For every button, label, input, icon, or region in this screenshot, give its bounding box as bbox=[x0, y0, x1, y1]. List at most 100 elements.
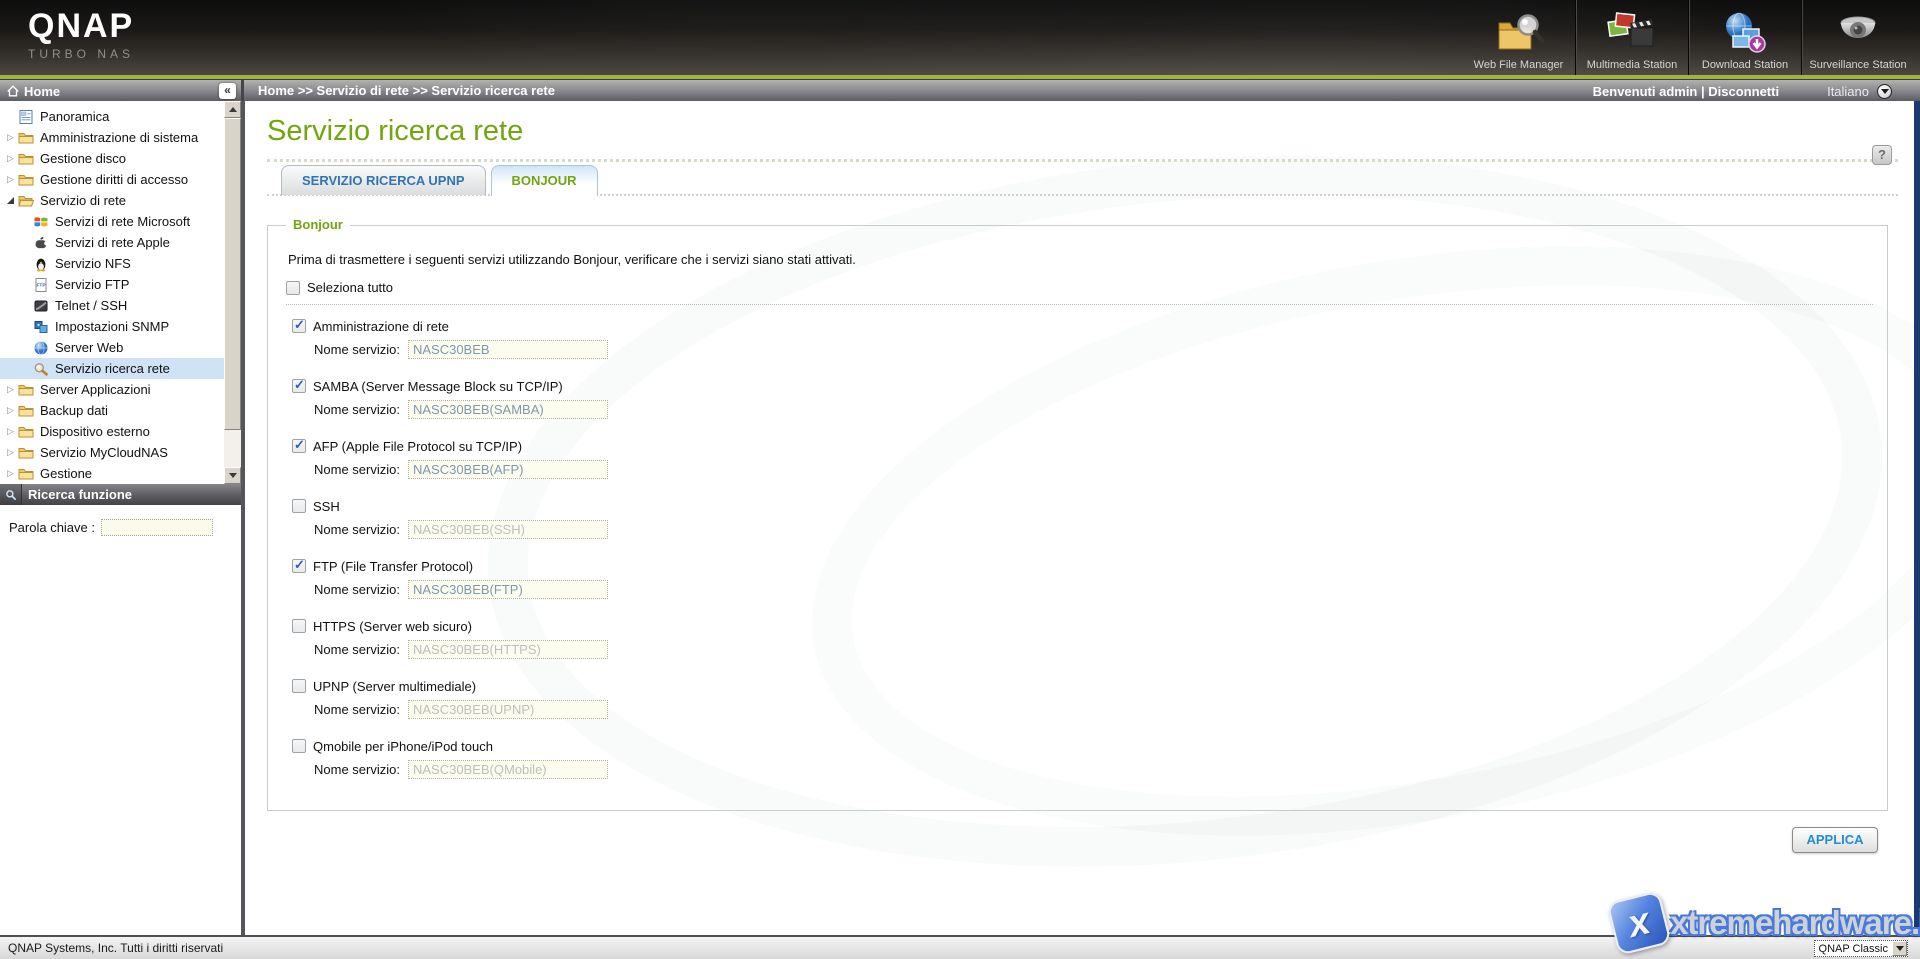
search-icon bbox=[0, 484, 22, 505]
logout-link[interactable]: Disconnetti bbox=[1708, 84, 1779, 99]
tree-item-backup-dati[interactable]: ▷Backup dati bbox=[0, 400, 241, 421]
folder-icon bbox=[18, 466, 34, 482]
service-block-afp-apple-file-protocol-su-tcp-ip: AFP (Apple File Protocol su TCP/IP)Nome … bbox=[292, 436, 1867, 496]
tree-item-label: Dispositivo esterno bbox=[40, 424, 150, 439]
expander-collapsed-icon[interactable]: ▷ bbox=[4, 132, 17, 143]
collapse-sidebar-button[interactable]: « bbox=[219, 83, 236, 99]
scrollbar-thumb[interactable] bbox=[224, 118, 241, 430]
turbo-nas-subtitle: TURBO NAS bbox=[28, 47, 134, 61]
service-name-input-qmobile-per-iphone-ipod-touch[interactable] bbox=[408, 760, 608, 779]
tree-item-gestione[interactable]: ▷Gestione bbox=[0, 463, 241, 484]
breadcrumb[interactable]: Home >> Servizio di rete >> Servizio ric… bbox=[241, 80, 555, 102]
apply-button[interactable]: APPLICA bbox=[1792, 827, 1878, 853]
tree-item-label: Servizio di rete bbox=[40, 193, 126, 208]
select-all-row: Seleziona tutto bbox=[286, 280, 393, 295]
expander-collapsed-icon[interactable]: ▷ bbox=[4, 405, 17, 416]
tree-item-servizi-di-rete-apple[interactable]: Servizi di rete Apple bbox=[0, 232, 241, 253]
service-label: AFP (Apple File Protocol su TCP/IP) bbox=[313, 439, 522, 454]
folder-icon bbox=[18, 424, 34, 440]
svg-text:FTP: FTP bbox=[36, 282, 46, 288]
expander-collapsed-icon[interactable]: ▷ bbox=[4, 468, 17, 479]
station-multimedia-station[interactable]: Multimedia Station bbox=[1575, 0, 1688, 75]
tree-item-label: Server Web bbox=[55, 340, 123, 355]
tree-item-label: Telnet / SSH bbox=[55, 298, 127, 313]
expander-collapsed-icon[interactable]: ▷ bbox=[4, 174, 17, 185]
title-separator bbox=[267, 159, 1898, 162]
tree-item-servizio-di-rete[interactable]: Servizio di rete bbox=[0, 190, 241, 211]
station-download-station[interactable]: Download Station bbox=[1688, 0, 1801, 75]
tree-item-servizio-ricerca-rete[interactable]: Servizio ricerca rete bbox=[0, 358, 241, 379]
service-name-input-ssh[interactable] bbox=[408, 520, 608, 539]
service-checkbox-samba-server-message-block-su-tcp-ip[interactable] bbox=[292, 379, 306, 393]
service-name-input-amministrazione-di-rete[interactable] bbox=[408, 340, 608, 359]
tree-item-dispositivo-esterno[interactable]: ▷ Dispositivo esterno bbox=[0, 421, 241, 442]
tree-scrollbar[interactable] bbox=[224, 101, 241, 484]
service-name-input-samba-server-message-block-su-tcp-ip[interactable] bbox=[408, 400, 608, 419]
breadcrumb-bar: Home « Home >> Servizio di rete >> Servi… bbox=[0, 79, 1920, 101]
folder-open-icon bbox=[18, 193, 34, 209]
language-selector[interactable]: Italiano bbox=[1827, 84, 1892, 99]
dropdown-arrow-icon[interactable] bbox=[1892, 941, 1907, 956]
telnet-icon bbox=[33, 298, 49, 314]
tree-item-servizio-nfs[interactable]: Servizio NFS bbox=[0, 253, 241, 274]
station-shortcuts: Web File ManagerMultimedia StationDownlo… bbox=[1462, 0, 1914, 75]
tree-item-servizi-di-rete-microsoft[interactable]: Servizi di rete Microsoft bbox=[0, 211, 241, 232]
tree-item-label: Servizi di rete Apple bbox=[55, 235, 170, 250]
keyword-input[interactable] bbox=[101, 519, 213, 536]
tree-item-gestione-disco[interactable]: ▷Gestione disco bbox=[0, 148, 241, 169]
station-web-file-manager[interactable]: Web File Manager bbox=[1462, 0, 1575, 75]
tree-item-gestione-diritti-di-accesso[interactable]: ▷Gestione diritti di accesso bbox=[0, 169, 241, 190]
service-checkbox-amministrazione-di-rete[interactable] bbox=[292, 319, 306, 333]
service-name-input-afp-apple-file-protocol-su-tcp-ip[interactable] bbox=[408, 460, 608, 479]
tree-item-amministrazione-di-sistema[interactable]: ▷Amministrazione di sistema bbox=[0, 127, 241, 148]
help-button[interactable]: ? bbox=[1872, 145, 1892, 165]
station-surveillance-station[interactable]: Surveillance Station bbox=[1801, 0, 1914, 75]
service-checkbox-qmobile-per-iphone-ipod-touch[interactable] bbox=[292, 739, 306, 753]
sidebar-header-home: Home « bbox=[0, 80, 241, 102]
tree-item-panoramica[interactable]: Panoramica bbox=[0, 106, 241, 127]
service-checkbox-https-server-web-sicuro[interactable] bbox=[292, 619, 306, 633]
surveillance-station-icon bbox=[1832, 11, 1884, 57]
tree-item-label: Servizi di rete Microsoft bbox=[55, 214, 190, 229]
select-all-separator bbox=[286, 304, 1873, 305]
expander-collapsed-icon[interactable]: ▷ bbox=[4, 426, 17, 437]
service-checkbox-upnp-server-multimediale[interactable] bbox=[292, 679, 306, 693]
service-checkbox-ssh[interactable] bbox=[292, 499, 306, 513]
select-all-checkbox[interactable] bbox=[286, 281, 300, 295]
service-checkbox-afp-apple-file-protocol-su-tcp-ip[interactable] bbox=[292, 439, 306, 453]
folder-icon bbox=[18, 151, 34, 167]
expander-expanded-icon[interactable] bbox=[4, 197, 17, 204]
tree-item-label: Impostazioni SNMP bbox=[55, 319, 169, 334]
linux-icon bbox=[33, 256, 49, 272]
service-name-input-https-server-web-sicuro[interactable] bbox=[408, 640, 608, 659]
scroll-up-button[interactable] bbox=[224, 101, 241, 118]
tree-item-label: Servizio MyCloudNAS bbox=[40, 445, 168, 460]
expander-collapsed-icon[interactable]: ▷ bbox=[4, 447, 17, 458]
service-checkbox-ftp-file-transfer-protocol[interactable] bbox=[292, 559, 306, 573]
tab-bonjour[interactable]: BONJOUR bbox=[491, 165, 598, 196]
scroll-down-button[interactable] bbox=[224, 467, 241, 484]
service-name-label: Nome servizio: bbox=[314, 702, 400, 717]
service-name-input-ftp-file-transfer-protocol[interactable] bbox=[408, 580, 608, 599]
tree-item-servizio-ftp[interactable]: FTPServizio FTP bbox=[0, 274, 241, 295]
qnap-logo-text: QNAP bbox=[28, 8, 134, 44]
expander-collapsed-icon[interactable]: ▷ bbox=[4, 384, 17, 395]
service-name-input-upnp-server-multimediale[interactable] bbox=[408, 700, 608, 719]
tree-item-server-applicazioni[interactable]: ▷Server Applicazioni bbox=[0, 379, 241, 400]
expander-collapsed-icon[interactable]: ▷ bbox=[4, 153, 17, 164]
function-search-panel: Parola chiave : bbox=[0, 505, 241, 935]
folder-icon bbox=[18, 172, 34, 188]
folder-icon bbox=[18, 445, 34, 461]
network-search-icon bbox=[33, 361, 49, 377]
tab-servizio-ricerca-upnp[interactable]: SERVIZIO RICERCA UPNP bbox=[281, 165, 486, 195]
tree-item-servizio-mycloudnas[interactable]: ▷ Servizio MyCloudNAS bbox=[0, 442, 241, 463]
tree-item-label: Servizio ricerca rete bbox=[55, 361, 170, 376]
theme-select[interactable]: QNAP Classic bbox=[1814, 940, 1908, 957]
tree-item-server-web[interactable]: Server Web bbox=[0, 337, 241, 358]
home-label: Home bbox=[24, 84, 60, 99]
folder-icon bbox=[18, 403, 34, 419]
tree-item-telnet-ssh[interactable]: Telnet / SSH bbox=[0, 295, 241, 316]
breadcrumb-right: Benvenuti admin | Disconnetti Italiano bbox=[1593, 80, 1892, 102]
tree-item-impostazioni-snmp[interactable]: Impostazioni SNMP bbox=[0, 316, 241, 337]
language-dropdown-icon[interactable] bbox=[1877, 84, 1892, 99]
